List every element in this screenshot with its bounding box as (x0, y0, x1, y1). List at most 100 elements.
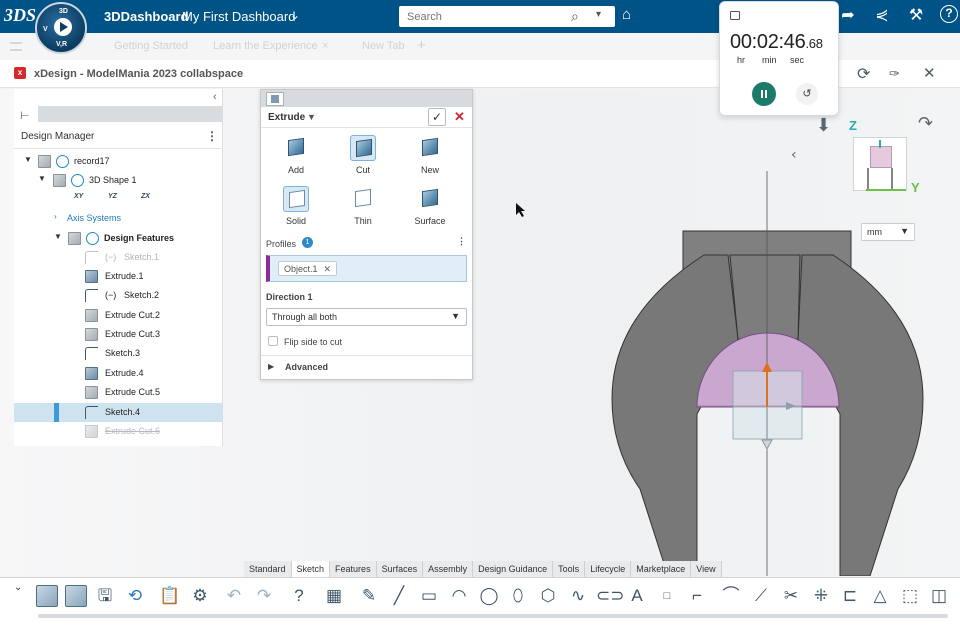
direction-select[interactable]: Through all both ▼ (266, 308, 467, 326)
sync-icon[interactable]: ⟲ (124, 585, 146, 607)
reset-button[interactable]: ↺ (796, 83, 818, 105)
refresh-icon[interactable]: ⟳ (857, 64, 870, 84)
tab-design-guidance[interactable]: Design Guidance (473, 561, 554, 578)
option-add[interactable]: Add (271, 135, 321, 175)
share-icon[interactable]: ⋞ (872, 5, 892, 25)
redo-icon[interactable]: ↷ (253, 585, 275, 607)
share-arrow-icon[interactable]: ➦ (838, 5, 858, 25)
expand-arrow-icon[interactable]: ▼ (38, 174, 46, 183)
slot-icon[interactable]: ⊂⊃ (596, 585, 625, 607)
option-surface[interactable]: Surface (405, 186, 455, 226)
dropdown-arrow-icon[interactable]: ▼ (307, 112, 316, 122)
dashboard-name[interactable]: My First Dashboard (182, 9, 295, 24)
tab-view[interactable]: View (691, 561, 722, 578)
flip-side-checkbox[interactable] (268, 336, 278, 346)
tag-icon[interactable]: ⌂ (622, 6, 631, 23)
grid-icon[interactable]: ▦ (323, 585, 345, 607)
option-new[interactable]: New (405, 135, 455, 175)
close-icon[interactable]: ✕ (923, 64, 936, 82)
tree-item-sketch2[interactable]: (−) Sketch.2 (14, 286, 223, 305)
dropdown-arrow-icon[interactable]: ▼ (900, 226, 909, 236)
help-icon[interactable]: ? (940, 5, 958, 23)
tree-item-extrude-cut2[interactable]: Extrude Cut.2 (14, 306, 223, 325)
chevron-down-icon[interactable]: ▾ (596, 9, 601, 20)
tree-item-extrude-cut6[interactable]: Extrude Cut.6 (14, 422, 223, 441)
profile-chip[interactable]: Object.1 ✕ (278, 261, 338, 276)
tab-getting-started[interactable]: Getting Started (114, 40, 188, 52)
tab-learn-experience[interactable]: Learn the Experience (213, 40, 318, 52)
expand-arrow-icon[interactable]: › (54, 212, 57, 221)
advanced-section[interactable]: Advanced (285, 362, 328, 372)
search-icon[interactable]: ⌕ (571, 8, 579, 25)
tab-standard[interactable]: Standard (244, 561, 292, 578)
tree-item-record17[interactable]: ▼ record17 (14, 152, 223, 171)
pause-button[interactable] (752, 82, 776, 106)
spline-icon[interactable]: ∿ (567, 585, 589, 607)
ok-button[interactable]: ✓ (428, 108, 446, 126)
apps-icon[interactable]: ⚒ (906, 5, 926, 25)
pin-icon[interactable]: ✑ (889, 66, 900, 82)
view-cube[interactable] (853, 137, 907, 191)
line-icon[interactable]: ╱ (388, 585, 410, 607)
tab-lifecycle[interactable]: Lifecycle (585, 561, 632, 578)
tab-new[interactable]: New Tab (362, 40, 405, 52)
tree-item-3d-shape[interactable]: ▼ 3D Shape 1 (14, 171, 223, 190)
toolbar-scrollbar[interactable] (38, 614, 948, 618)
cancel-button[interactable]: ✕ (454, 109, 465, 125)
extrude-title[interactable]: Extrude (268, 112, 305, 123)
tree-item-extrude1[interactable]: Extrude.1 (14, 267, 223, 286)
rectangle-icon[interactable]: ▭ (418, 585, 440, 607)
tree-item-extrude-cut3[interactable]: Extrude Cut.3 (14, 325, 223, 344)
tab-marketplace[interactable]: Marketplace (631, 561, 692, 578)
tab-assembly[interactable]: Assembly (423, 561, 474, 578)
tab-features[interactable]: Features (330, 561, 377, 578)
tree-icon[interactable]: ⊢ (20, 109, 30, 122)
tab-surfaces[interactable]: Surfaces (376, 561, 424, 578)
more-options-icon[interactable]: ⋮ (206, 129, 218, 143)
undo-icon[interactable]: ↶ (223, 585, 245, 607)
tab-sketch[interactable]: Sketch (291, 561, 331, 578)
chevron-down-icon[interactable]: ⌄ (290, 8, 300, 22)
tree-item-design-features[interactable]: ▼ Design Features (14, 229, 223, 248)
search-input[interactable] (399, 6, 559, 27)
tree-item-axis-systems[interactable]: › Axis Systems (14, 209, 223, 228)
option-thin[interactable]: Thin (338, 186, 388, 226)
convert-icon[interactable]: ⬚ (899, 585, 921, 607)
sketch-fillet-icon[interactable]: ⌒ (720, 585, 742, 607)
arc-icon[interactable]: ◠ (448, 585, 470, 607)
pattern-icon[interactable]: ⁜ (810, 585, 832, 607)
settings-icon[interactable]: ⚙ (189, 585, 211, 607)
plane-zx-icon[interactable]: ZX (141, 193, 159, 206)
ellipse-icon[interactable]: ⬯ (507, 585, 529, 607)
clipboard-icon[interactable]: 📋 (159, 585, 181, 607)
search-bar[interactable]: ⌕ ▾ (399, 6, 615, 27)
collapse-panel-icon[interactable]: ‹ (213, 91, 217, 103)
circle-icon[interactable]: ◯ (478, 585, 500, 607)
tree-item-sketch1[interactable]: (−) Sketch.1 (14, 248, 223, 267)
expand-arrow-icon[interactable]: ▼ (54, 232, 62, 241)
sketch-tool-icon[interactable]: ✎ (358, 585, 380, 607)
shape-icon[interactable] (65, 585, 87, 607)
polygon-icon[interactable]: ⬡ (537, 585, 559, 607)
plane-xy-icon[interactable]: XY (74, 193, 92, 206)
more-options-icon[interactable]: ⋮ (457, 236, 466, 247)
offset-icon[interactable]: ⊏ (839, 585, 861, 607)
point-icon[interactable]: □ (656, 585, 678, 607)
plane-yz-icon[interactable]: YZ (108, 193, 126, 206)
mirror-icon[interactable]: △ (869, 585, 891, 607)
tree-item-sketch4[interactable]: Sketch.4 (14, 403, 223, 422)
dropdown-arrow-icon[interactable]: ▼ (451, 311, 460, 321)
play-icon[interactable] (54, 18, 72, 36)
profiles-selection-box[interactable]: Object.1 ✕ (266, 255, 467, 282)
expand-arrow-icon[interactable]: ▼ (24, 155, 32, 164)
tree-item-sketch3[interactable]: Sketch.3 (14, 344, 223, 363)
mini-view-icon[interactable] (730, 11, 740, 20)
text-icon[interactable]: A (626, 585, 648, 607)
trim-icon[interactable]: ✂ (780, 585, 802, 607)
help-icon[interactable]: ? (288, 585, 310, 607)
chamfer-icon[interactable]: ⟋ (750, 585, 772, 607)
project-icon[interactable]: ◫ (928, 585, 950, 607)
menu-icon[interactable] (10, 42, 22, 51)
chevron-down-icon[interactable]: ⌄ (14, 582, 22, 593)
close-icon[interactable]: × (322, 40, 328, 52)
